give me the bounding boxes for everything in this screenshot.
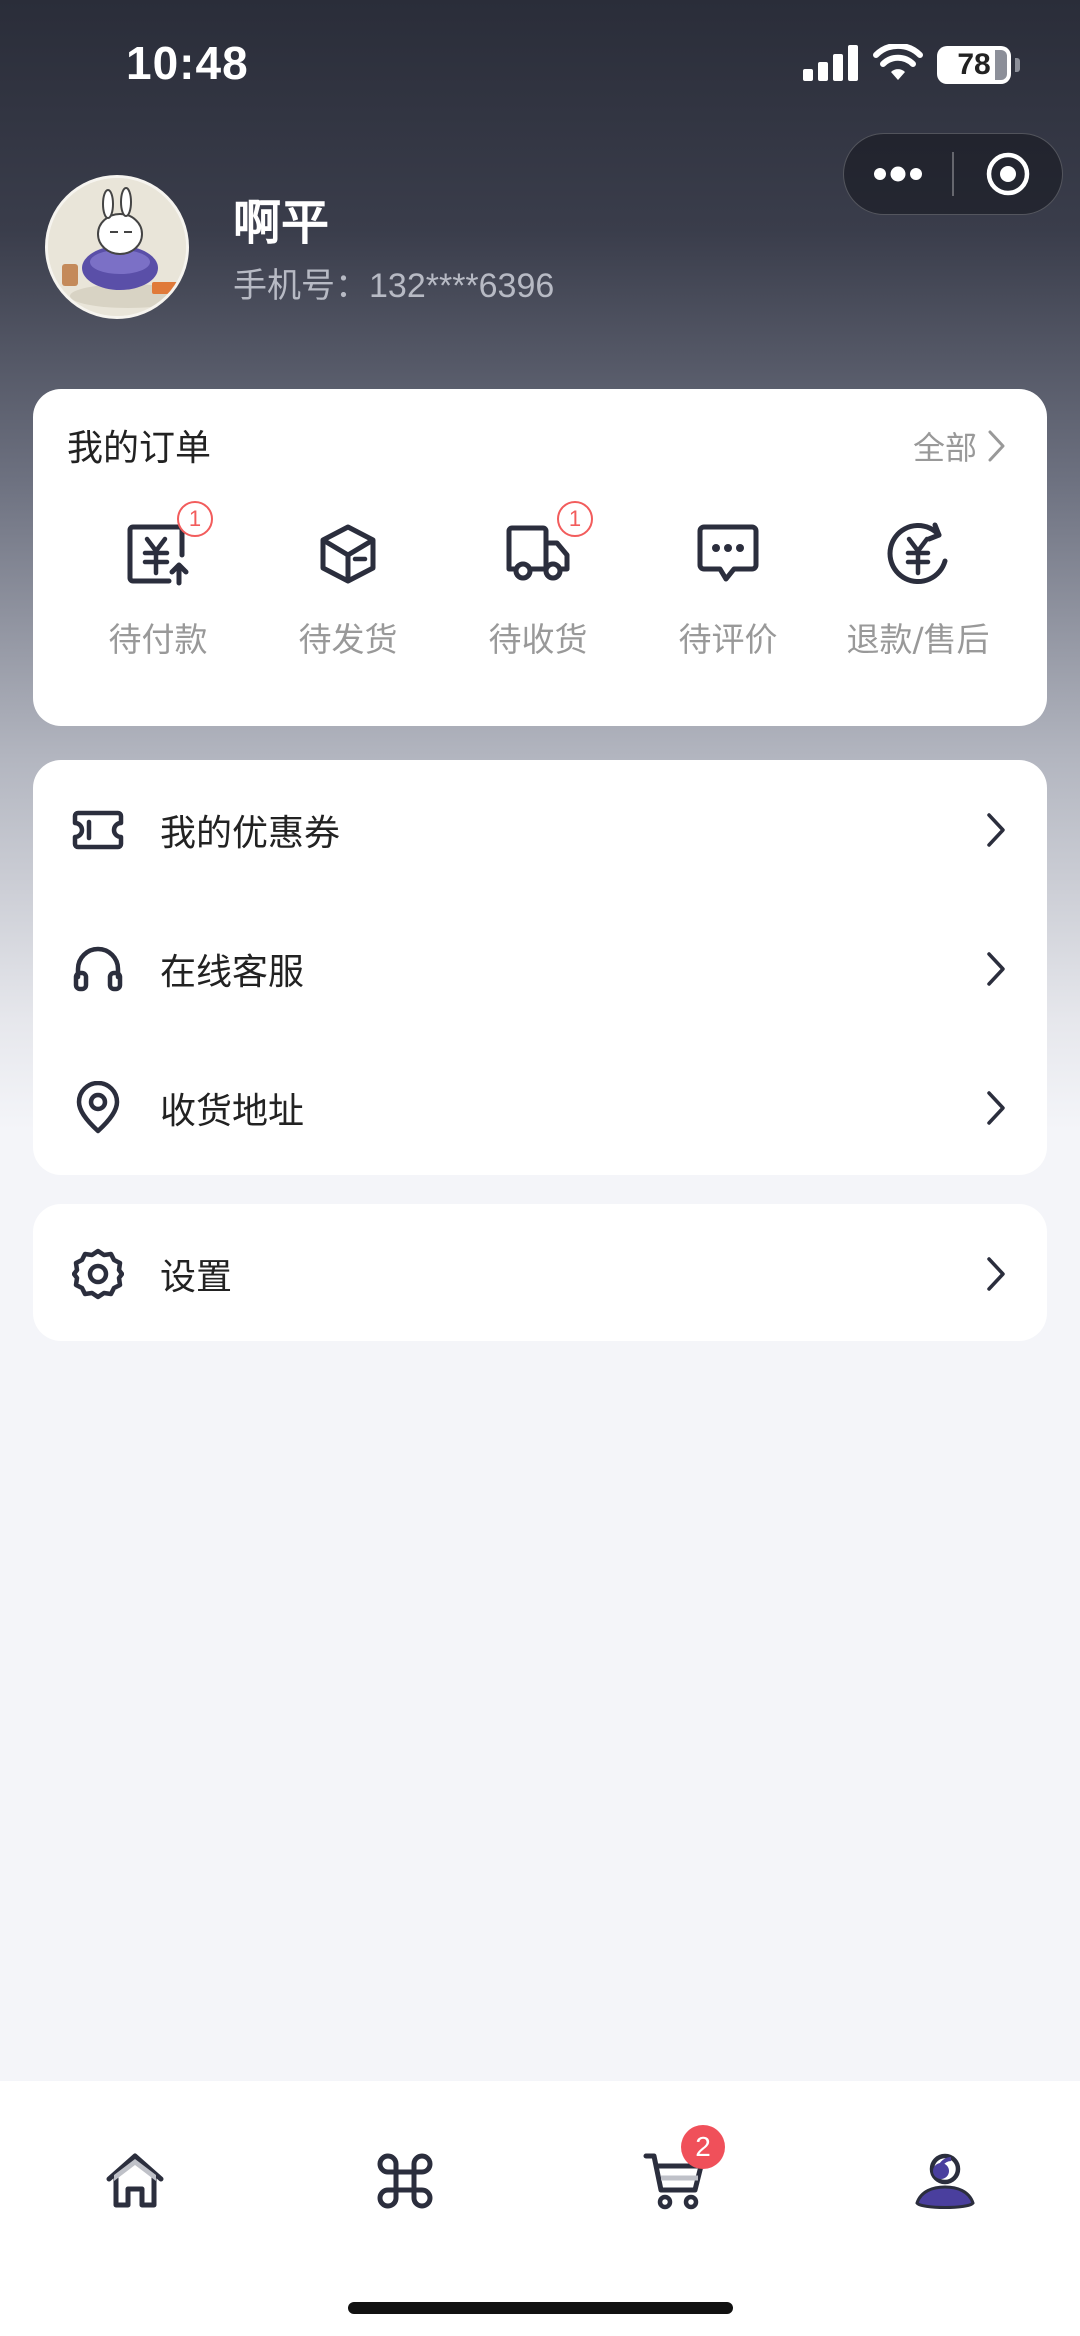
menu-item-address[interactable]: 收货地址 [33, 1038, 1047, 1177]
status-icons: 78 [803, 42, 1020, 88]
close-miniprogram-button[interactable] [954, 134, 1062, 214]
tab-category[interactable] [355, 2131, 455, 2231]
target-close-icon [986, 152, 1030, 196]
order-status-pending-receipt[interactable]: 1 待收货 [443, 501, 633, 661]
battery-level: 78 [957, 48, 991, 81]
status-time: 10:48 [126, 37, 249, 89]
order-status-pending-shipment[interactable]: 待发货 [253, 519, 443, 661]
order-status-list: 1 待付款 待发货 1 待收货 待评价 退款/售后 [33, 501, 1047, 661]
pending-payment-icon: 1 [123, 501, 213, 589]
tab-bar: 2 [0, 2081, 1080, 2336]
orders-title: 我的订单 [67, 428, 212, 469]
chevron-right-icon [981, 1088, 1011, 1128]
cellular-signal-icon [803, 45, 859, 85]
headset-icon [69, 940, 127, 998]
home-indicator [348, 2302, 733, 2314]
order-count-badge: 1 [557, 501, 593, 537]
menu-item-label: 在线客服 [160, 951, 305, 993]
miniprogram-capsule [843, 133, 1063, 215]
package-icon [313, 519, 383, 589]
chevron-right-icon [981, 1254, 1011, 1294]
settings-label: 设置 [160, 1256, 233, 1298]
category-icon [377, 2153, 433, 2209]
order-status-refund[interactable]: 退款/售后 [823, 519, 1013, 661]
order-status-label: 待发货 [298, 620, 398, 659]
avatar[interactable] [45, 175, 189, 319]
view-all-label: 全部 [912, 429, 977, 467]
location-pin-icon [69, 1079, 127, 1137]
menu-item-coupons[interactable]: 我的优惠券 [33, 760, 1047, 899]
menu-item-label: 收货地址 [160, 1090, 305, 1132]
status-bar: 10:48 78 [0, 0, 1080, 130]
order-status-label: 退款/售后 [846, 620, 990, 659]
cart-badge: 2 [681, 2125, 725, 2169]
user-icon [915, 2153, 975, 2209]
gear-icon [69, 1245, 127, 1303]
more-button[interactable] [844, 134, 952, 214]
battery-icon: 78 [937, 46, 1011, 84]
order-status-pending-payment[interactable]: 1 待付款 [63, 501, 253, 661]
tab-cart[interactable]: 2 [625, 2125, 725, 2231]
view-all-orders-link[interactable]: 全部 [913, 423, 1007, 469]
menu-item-settings[interactable]: 设置 [33, 1204, 1047, 1343]
settings-card: 设置 [33, 1204, 1047, 1341]
phone-number: 手机号：132****6396 [233, 267, 555, 305]
avatar-illustration [48, 178, 186, 316]
order-status-label: 待付款 [108, 620, 208, 659]
orders-card: 我的订单 全部 1 待付款 待发货 1 待收货 待评价 退款/售后 [33, 389, 1047, 726]
more-dots-icon [874, 166, 923, 182]
delivery-truck-icon: 1 [503, 501, 593, 589]
order-status-label: 待评价 [678, 620, 778, 659]
wifi-icon [873, 42, 923, 86]
chevron-right-icon [981, 810, 1011, 850]
menu-card: 我的优惠券 在线客服 收货地址 [33, 760, 1047, 1175]
chevron-right-icon [988, 430, 1005, 462]
menu-item-label: 我的优惠券 [160, 812, 341, 854]
order-status-label: 待收货 [488, 620, 588, 659]
coupon-icon [69, 801, 127, 859]
comment-icon [693, 519, 763, 589]
username: 啊平 [233, 195, 330, 251]
order-count-badge: 1 [177, 501, 213, 537]
tab-profile[interactable] [895, 2131, 995, 2231]
order-status-pending-review[interactable]: 待评价 [633, 519, 823, 661]
home-icon [106, 2153, 164, 2208]
refund-icon [883, 519, 953, 589]
tab-home[interactable] [85, 2131, 185, 2231]
menu-item-customer-service[interactable]: 在线客服 [33, 899, 1047, 1038]
battery-cap [1015, 58, 1020, 72]
chevron-right-icon [981, 949, 1011, 989]
